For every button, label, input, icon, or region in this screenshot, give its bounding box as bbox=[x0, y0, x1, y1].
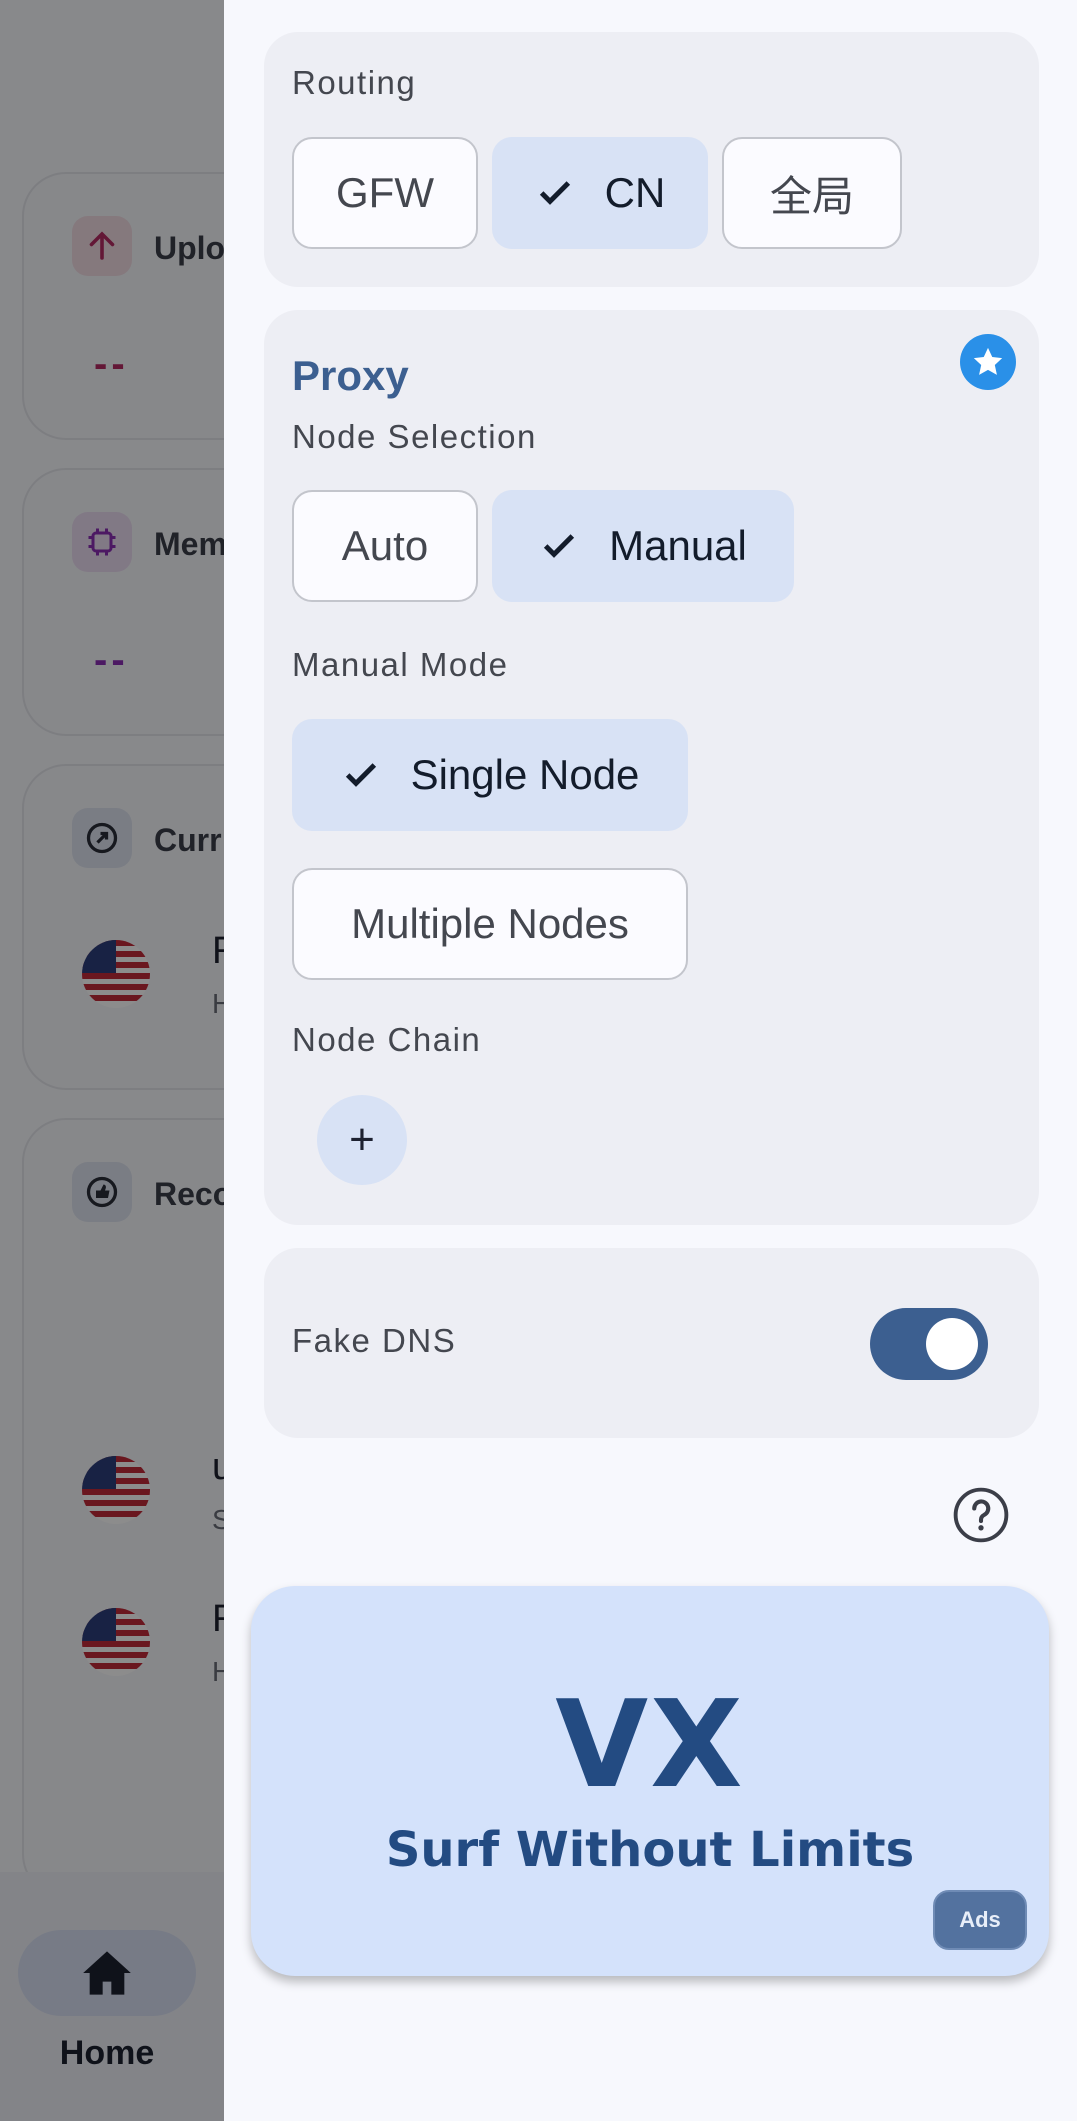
fake-dns-toggle[interactable] bbox=[870, 1308, 988, 1380]
star-icon[interactable] bbox=[960, 334, 1016, 390]
routing-option-global[interactable]: 全局 bbox=[722, 137, 902, 249]
fake-dns-label: Fake DNS bbox=[292, 1322, 457, 1359]
manual-mode-multiple-nodes[interactable]: Multiple Nodes bbox=[292, 868, 688, 980]
check-icon bbox=[345, 763, 376, 787]
plus-icon: + bbox=[349, 1115, 375, 1164]
chip-label: GFW bbox=[336, 169, 434, 216]
check-icon bbox=[539, 181, 570, 205]
ad-tagline: Surf Without Limits bbox=[385, 1822, 915, 1878]
toggle-knob bbox=[926, 1318, 978, 1370]
settings-drawer: Routing GFW CN 全局 Proxy Node Selection A… bbox=[224, 0, 1077, 2121]
node-selection-label: Node Selection bbox=[292, 418, 537, 455]
routing-option-cn[interactable]: CN bbox=[492, 137, 708, 249]
routing-label: Routing bbox=[292, 64, 417, 101]
add-node-chain-button[interactable]: + bbox=[317, 1095, 407, 1185]
check-icon bbox=[544, 534, 575, 558]
chip-label: Auto bbox=[341, 522, 429, 569]
node-selection-auto[interactable]: Auto bbox=[292, 490, 478, 602]
help-icon[interactable] bbox=[952, 1486, 1010, 1544]
ads-badge: Ads bbox=[933, 1890, 1027, 1950]
ad-logo: VX bbox=[555, 1676, 745, 1815]
drawer-scrim[interactable] bbox=[0, 0, 224, 2121]
chip-label: Multiple Nodes bbox=[351, 900, 629, 947]
manual-mode-label: Manual Mode bbox=[292, 646, 509, 683]
manual-mode-single-node[interactable]: Single Node bbox=[292, 719, 688, 831]
chip-label: Manual bbox=[609, 522, 747, 569]
node-selection-manual[interactable]: Manual bbox=[492, 490, 794, 602]
chip-label: CN bbox=[604, 169, 666, 216]
proxy-panel: Proxy Node Selection Auto Manual Manual … bbox=[264, 310, 1039, 1225]
chip-label: Single Node bbox=[410, 751, 640, 798]
routing-panel: Routing GFW CN 全局 bbox=[264, 32, 1039, 287]
node-chain-label: Node Chain bbox=[292, 1021, 482, 1058]
proxy-title: Proxy bbox=[292, 352, 409, 399]
ad-banner[interactable]: VX Surf Without Limits Ads bbox=[251, 1586, 1049, 1976]
chip-label: 全局 bbox=[769, 172, 854, 220]
routing-option-gfw[interactable]: GFW bbox=[292, 137, 478, 249]
fake-dns-panel: Fake DNS bbox=[264, 1248, 1039, 1438]
